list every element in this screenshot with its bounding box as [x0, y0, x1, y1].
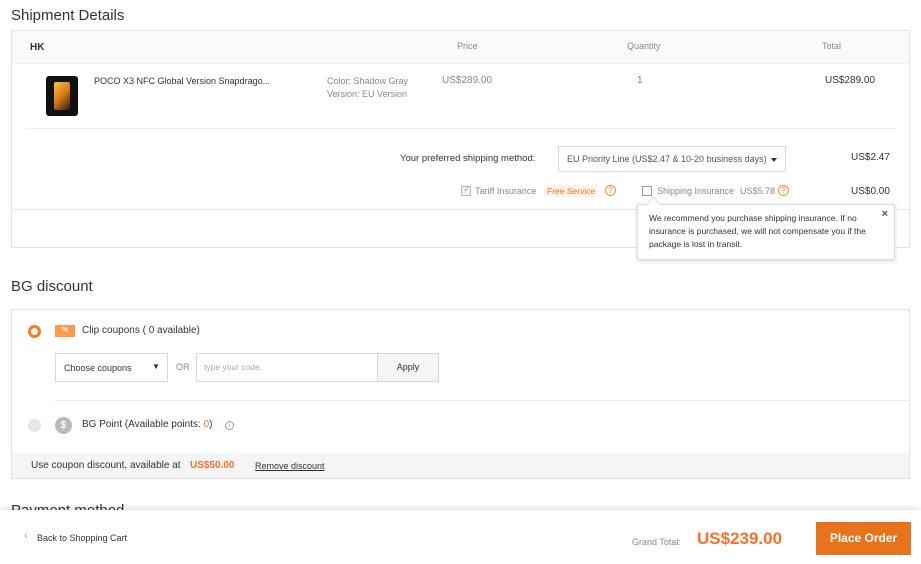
product-price: US$289.00: [442, 75, 493, 86]
choose-coupons-select[interactable]: Choose coupons ▼: [55, 353, 168, 382]
coupon-icon: %: [55, 325, 75, 337]
checkout-footer: ‹ Back to Shopping Cart Grand Total: US$…: [0, 510, 921, 564]
bg-point-label: BG Point (Available points: 0): [82, 419, 212, 430]
shipment-section-title: Shipment Details: [11, 7, 125, 24]
tariff-insurance-label: Tariff Insurance: [475, 186, 537, 196]
back-to-cart-link[interactable]: Back to Shopping Cart: [37, 533, 127, 543]
chevron-down-icon: [771, 158, 777, 162]
discount-section-title: BG discount: [11, 278, 93, 295]
bg-point-radio[interactable]: [28, 419, 41, 432]
clip-coupons-label: Clip coupons ( 0 available): [82, 325, 200, 336]
shipping-insurance-tooltip: We recommend you purchase shipping insur…: [637, 204, 895, 260]
shipping-method-value: EU Priority Line (US$2.47 & 10-20 busine…: [567, 154, 767, 164]
dropdown-arrow-icon: ▼: [152, 362, 160, 371]
choose-coupons-value: Choose coupons: [64, 363, 132, 373]
shipping-insurance-checkbox[interactable]: [642, 186, 652, 196]
grand-total-label: Grand Total:: [632, 537, 681, 547]
place-order-button[interactable]: Place Order: [816, 522, 911, 555]
shipping-insurance-price: US$5.78: [740, 186, 776, 196]
coupon-code-input[interactable]: type your code.: [196, 353, 378, 382]
item-divider: [26, 128, 896, 129]
bg-point-prefix: BG Point (Available points:: [82, 419, 204, 430]
bg-point-icon: $: [55, 417, 72, 434]
total-column-header: Total: [822, 41, 842, 51]
product-version: Version: EU Version: [327, 89, 408, 99]
product-name[interactable]: POCO X3 NFC Global Version Snapdrago...: [94, 76, 270, 86]
quantity-column-header: Quantity: [627, 41, 661, 51]
close-icon[interactable]: ×: [882, 208, 888, 221]
remove-discount-link[interactable]: Remove discount: [255, 461, 325, 471]
shipping-insurance-help-icon[interactable]: ?: [778, 185, 789, 196]
insurance-total: US$0.00: [851, 186, 890, 197]
coupon-discount-bar: Use coupon discount, available at US$50.…: [12, 453, 909, 478]
warehouse-label: HK: [30, 42, 45, 53]
grand-total-value: US$239.00: [697, 529, 783, 548]
tariff-help-icon[interactable]: ?: [605, 185, 616, 196]
shipping-method-select[interactable]: EU Priority Line (US$2.47 & 10-20 busine…: [558, 146, 786, 172]
product-total: US$289.00: [825, 75, 876, 86]
bg-point-info-icon[interactable]: i: [225, 421, 234, 430]
use-coupon-amount: US$50.00: [190, 460, 235, 471]
product-quantity: 1: [637, 75, 643, 86]
apply-coupon-button[interactable]: Apply: [377, 353, 439, 382]
tariff-insurance-checkbox[interactable]: [461, 184, 471, 196]
bg-point-suffix: ): [209, 419, 213, 430]
discount-divider: [55, 400, 910, 401]
shipping-cost: US$2.47: [851, 152, 890, 163]
shipping-insurance-label: Shipping Insurance: [657, 186, 735, 196]
clip-coupons-radio[interactable]: [28, 325, 41, 338]
product-image[interactable]: [46, 76, 78, 116]
price-column-header: Price: [457, 41, 478, 51]
product-color: Color: Shadow Gray: [327, 76, 409, 86]
free-service-badge: Free Service: [544, 185, 599, 197]
use-coupon-text: Use coupon discount, available at: [31, 460, 181, 471]
back-arrow-icon: ‹: [24, 530, 28, 542]
shipping-method-label: Your preferred shipping method:: [400, 153, 536, 164]
tooltip-text: We recommend you purchase shipping insur…: [649, 213, 866, 249]
discount-box: % Clip coupons ( 0 available) Choose cou…: [11, 309, 910, 479]
coupon-code-placeholder: type your code.: [204, 362, 263, 372]
or-separator: OR: [176, 362, 190, 372]
